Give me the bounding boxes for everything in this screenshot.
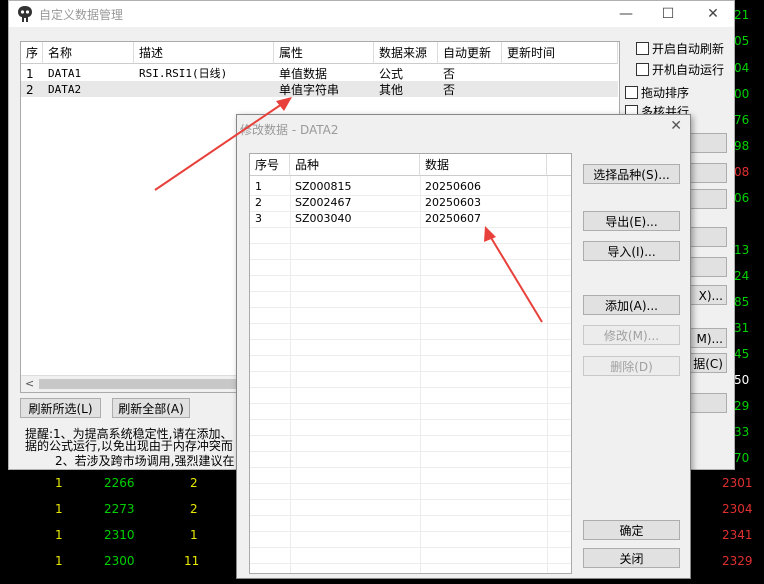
arrow-to-attribute	[154, 97, 292, 191]
arrow-to-data-column	[484, 226, 543, 323]
annotation-arrows	[154, 97, 543, 323]
